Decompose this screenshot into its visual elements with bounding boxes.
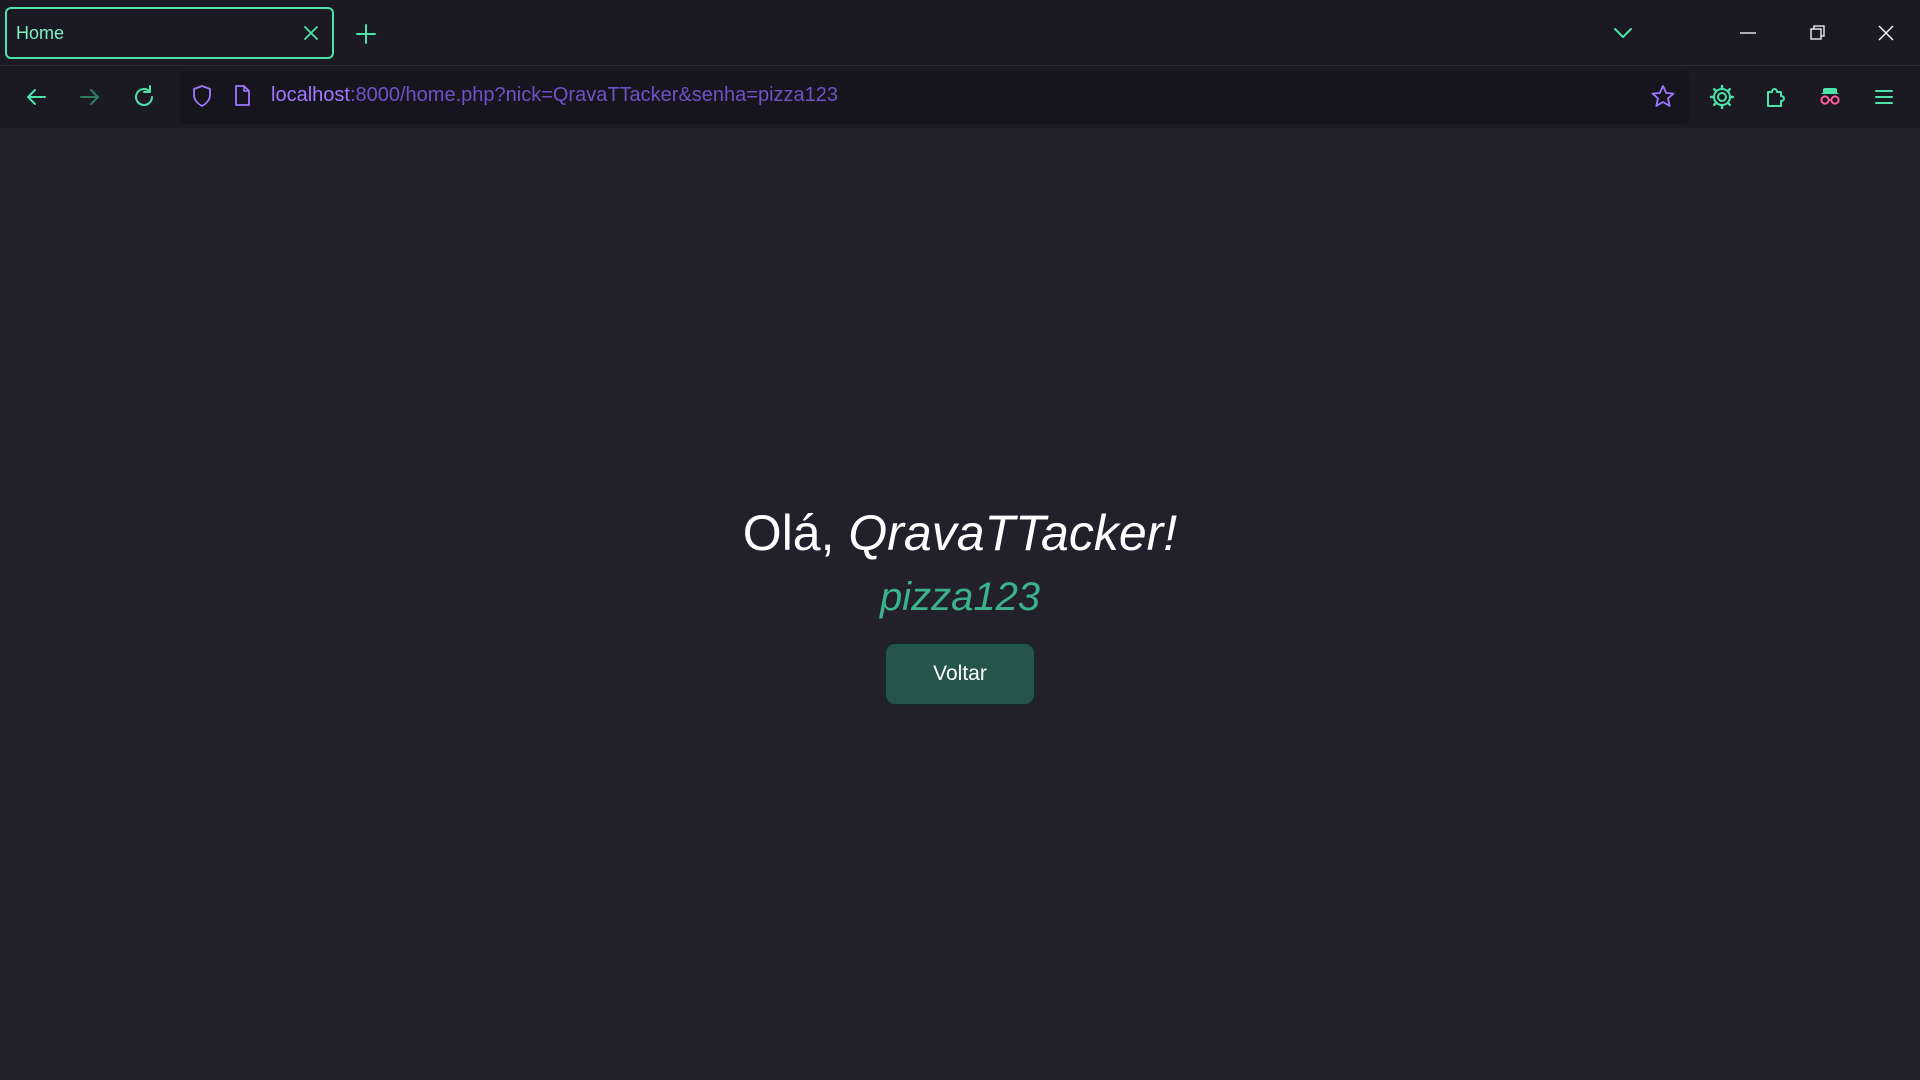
greeting-prefix: Olá,: [742, 505, 849, 561]
tab-title: Home: [16, 23, 65, 43]
page-content: Olá, QravaTTacker! pizza123 Voltar: [0, 128, 1920, 1080]
restore-icon[interactable]: [1802, 18, 1832, 48]
reload-icon[interactable]: [129, 82, 159, 112]
shield-icon[interactable]: [188, 82, 216, 110]
puzzle-icon[interactable]: [1761, 82, 1791, 112]
close-window-icon[interactable]: [1871, 18, 1901, 48]
close-icon[interactable]: [300, 22, 322, 44]
navigation-toolbar: localhost:8000/home.php?nick=QravaTTacke…: [0, 65, 1920, 128]
greeting-name: QravaTTacker!: [848, 505, 1178, 561]
url-text[interactable]: localhost:8000/home.php?nick=QravaTTacke…: [271, 84, 838, 107]
greeting-heading: Olá, QravaTTacker!: [0, 504, 1920, 562]
url-path: :8000/home.php?nick=QravaTTacker&senha=p…: [349, 84, 839, 106]
minimize-icon[interactable]: [1733, 18, 1763, 48]
star-icon[interactable]: [1648, 82, 1678, 112]
back-button[interactable]: Voltar: [885, 643, 1035, 705]
page-icon[interactable]: [230, 83, 254, 109]
url-host: localhost: [271, 84, 350, 106]
hamburger-icon[interactable]: [1869, 82, 1899, 112]
arrow-left-icon[interactable]: [21, 82, 51, 112]
tab-strip: Home: [0, 0, 1920, 65]
tab-home[interactable]: Home: [5, 7, 334, 59]
chevron-down-icon[interactable]: [1610, 20, 1636, 46]
arrow-right-icon[interactable]: [75, 82, 105, 112]
incognito-icon[interactable]: [1815, 82, 1845, 112]
plus-icon[interactable]: [352, 20, 380, 48]
address-bar[interactable]: localhost:8000/home.php?nick=QravaTTacke…: [180, 70, 1689, 124]
password-text: pizza123: [879, 575, 1041, 619]
gear-icon[interactable]: [1707, 82, 1737, 112]
